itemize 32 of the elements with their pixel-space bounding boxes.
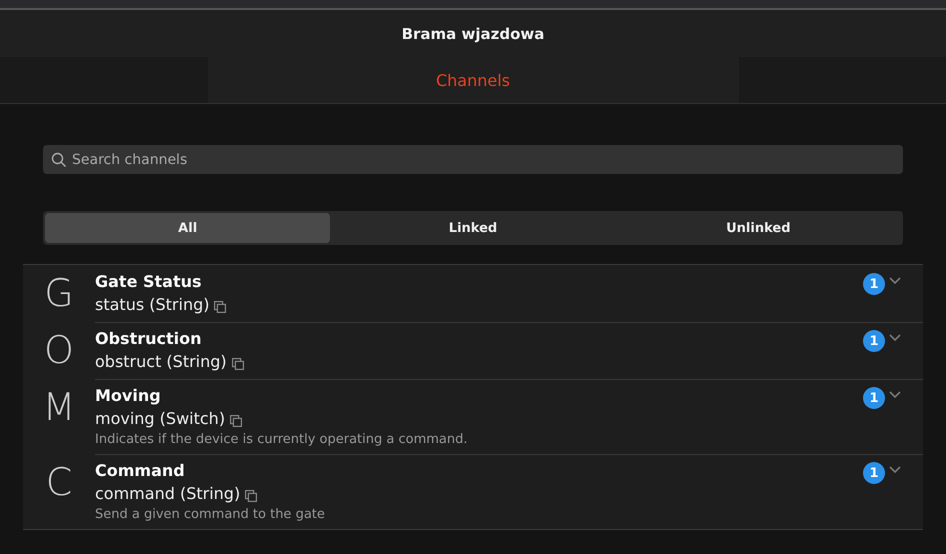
channel-id: moving (Switch) — [95, 408, 226, 430]
filter-tab[interactable]: Unlinked — [616, 213, 901, 243]
channel-letter: O — [43, 328, 75, 374]
channel-name: Command — [95, 460, 186, 482]
chevron-down-icon[interactable] — [889, 391, 901, 399]
channel-name: Obstruction — [95, 328, 203, 350]
channel-letter: M — [42, 385, 76, 431]
channel-description: Send a given command to the gate — [95, 506, 326, 524]
channel-name: Moving — [95, 385, 162, 407]
channel-letter: G — [43, 271, 75, 317]
tab[interactable]: Channels — [208, 57, 738, 103]
channel-letter: C — [44, 460, 74, 506]
copy-icon[interactable] — [232, 358, 244, 370]
count-badge: 1 — [863, 273, 885, 295]
count-badge: 1 — [863, 462, 885, 484]
channel-id: obstruct (String) — [95, 351, 227, 373]
channel-id: status (String) — [95, 294, 210, 316]
count-badge: 1 — [863, 330, 885, 352]
channel-description: Indicates if the device is currently operating a command. — [95, 431, 468, 449]
filter-tab[interactable]: Linked — [330, 213, 616, 243]
channel-id: command (String) — [95, 483, 240, 505]
copy-icon[interactable] — [230, 415, 242, 427]
copy-icon[interactable] — [214, 301, 226, 313]
count-badge: 1 — [863, 387, 885, 409]
filter-tab[interactable]: All — [45, 213, 330, 243]
page-title: Brama wjazdowa — [402, 24, 544, 42]
channel-name: Gate Status — [95, 271, 203, 293]
chevron-down-icon[interactable] — [889, 466, 901, 474]
chevron-down-icon[interactable] — [889, 334, 901, 342]
copy-icon[interactable] — [245, 490, 258, 502]
search-field[interactable]: Search channels — [43, 145, 903, 174]
chevron-down-icon[interactable] — [889, 277, 901, 285]
